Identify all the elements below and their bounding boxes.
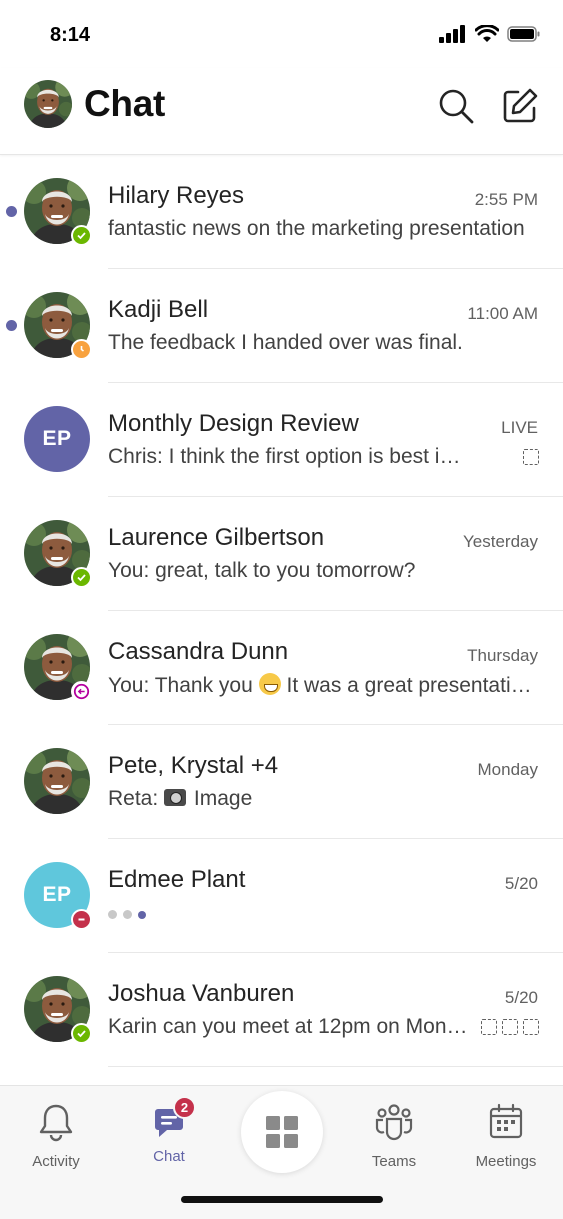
- presence-out-of-office-icon: [71, 681, 92, 702]
- chat-list: Hilary Reyes 2:55 PM fantastic news on t…: [0, 155, 563, 1085]
- page-title: Chat: [84, 83, 166, 124]
- chat-row[interactable]: Kadji Bell 11:00 AM The feedback I hande…: [0, 269, 563, 383]
- attachment-indicators: [523, 449, 539, 465]
- chat-preview: Karin can you meet at 12pm on Monday?: [108, 1015, 468, 1038]
- profile-avatar[interactable]: [24, 80, 72, 128]
- attachment-icon: [502, 1019, 518, 1035]
- home-indicator: [181, 1196, 383, 1203]
- chat-preview: You: great, talk to you tomorrow?: [108, 559, 416, 582]
- preview-text: Image: [193, 787, 253, 810]
- chat-name: Hilary Reyes: [108, 182, 245, 209]
- presence-away-icon: [71, 339, 92, 360]
- chat-preview: Reta: Image: [108, 787, 533, 811]
- calendar-icon: [489, 1103, 523, 1139]
- avatar-initials: EP: [42, 427, 72, 450]
- camera-icon: [164, 789, 187, 806]
- nav-chat[interactable]: 2 Chat: [114, 1096, 224, 1165]
- chat-preview: fantastic news on the marketing presenta…: [108, 217, 525, 240]
- attachment-icon: [523, 1019, 539, 1035]
- chat-name: Cassandra Dunn: [108, 638, 289, 665]
- chat-row[interactable]: Cassandra Dunn Thursday You: Thank you I…: [0, 611, 563, 725]
- chat-name: Laurence Gilbertson: [108, 524, 325, 551]
- preview-text: Reta:: [108, 787, 159, 810]
- chat-time: 5/20: [504, 874, 538, 893]
- unread-indicator: [6, 320, 17, 331]
- chat-time: 11:00 AM: [467, 304, 538, 323]
- chat-preview: Chris: I think the first option is best …: [108, 445, 468, 468]
- chat-row[interactable]: Laurence Gilbertson Yesterday You: great…: [0, 497, 563, 611]
- avatar: EP: [24, 406, 90, 472]
- chat-time: 5/20: [504, 988, 538, 1007]
- chat-name: Pete, Krystal +4: [108, 752, 279, 779]
- nav-meetings-label: Meetings: [475, 1153, 537, 1170]
- nav-meetings[interactable]: Meetings: [451, 1102, 561, 1170]
- nav-chat-label: Chat: [153, 1148, 185, 1165]
- nav-teams-label: Teams: [371, 1153, 417, 1170]
- nav-activity-label: Activity: [32, 1153, 80, 1170]
- attachment-icon: [523, 449, 539, 465]
- chat-time: Yesterday: [463, 532, 538, 551]
- battery-icon: [507, 26, 540, 42]
- chat-row[interactable]: Pete, Krystal +4 Monday Reta: Image: [0, 725, 563, 839]
- nav-teams[interactable]: Teams: [339, 1102, 449, 1170]
- attachment-icon: [481, 1019, 497, 1035]
- chat-name: Joshua Vanburen: [108, 980, 295, 1007]
- compose-icon[interactable]: [500, 86, 540, 126]
- chat-name: Monthly Design Review: [108, 410, 359, 437]
- nav-activity[interactable]: Activity: [1, 1102, 111, 1170]
- chat-time: Monday: [477, 760, 538, 779]
- attachment-indicators: [481, 1019, 539, 1035]
- chat-icon: 2: [149, 1096, 196, 1142]
- chat-live-label: LIVE: [501, 418, 538, 437]
- presence-busy-icon: [71, 909, 92, 930]
- presence-available-icon: [71, 1023, 92, 1044]
- grin-emoji-icon: [258, 673, 281, 695]
- chat-row[interactable]: Joshua Vanburen 5/20 Karin can you meet …: [0, 953, 563, 1067]
- chat-row[interactable]: EP Edmee Plant 5/20: [0, 839, 563, 953]
- search-icon[interactable]: [437, 87, 475, 125]
- presence-available-icon: [71, 225, 92, 246]
- wifi-icon: [475, 25, 499, 42]
- apps-grid-icon: [266, 1116, 298, 1148]
- apps-button[interactable]: [241, 1091, 323, 1173]
- signal-icon: [439, 25, 465, 43]
- status-bar: 8:14: [0, 0, 563, 68]
- chat-name: Edmee Plant: [108, 866, 246, 893]
- presence-available-icon: [71, 567, 92, 588]
- avatar-initials: EP: [42, 883, 72, 906]
- unread-count-badge: 2: [173, 1096, 196, 1119]
- chat-time: 2:55 PM: [474, 190, 538, 209]
- unread-indicator: [6, 206, 17, 217]
- chat-preview: You: Thank you It was a great presentati…: [108, 673, 533, 698]
- preview-text: You: Thank you: [108, 674, 253, 697]
- chat-row[interactable]: EP Monthly Design Review LIVE Chris: I t…: [0, 383, 563, 497]
- status-icons: [439, 25, 541, 43]
- status-time: 8:14: [50, 24, 91, 46]
- app-header: Chat: [0, 68, 563, 155]
- chat-row[interactable]: Hilary Reyes 2:55 PM fantastic news on t…: [0, 155, 563, 269]
- divider: [108, 1066, 563, 1067]
- preview-text: It was a great presentation: [286, 674, 533, 697]
- teams-icon: [375, 1104, 413, 1141]
- typing-indicator: [108, 909, 146, 919]
- avatar: [24, 748, 90, 814]
- chat-preview: The feedback I handed over was final.: [108, 331, 463, 354]
- bell-icon: [39, 1104, 73, 1142]
- chat-time: Thursday: [467, 646, 538, 665]
- chat-name: Kadji Bell: [108, 296, 209, 323]
